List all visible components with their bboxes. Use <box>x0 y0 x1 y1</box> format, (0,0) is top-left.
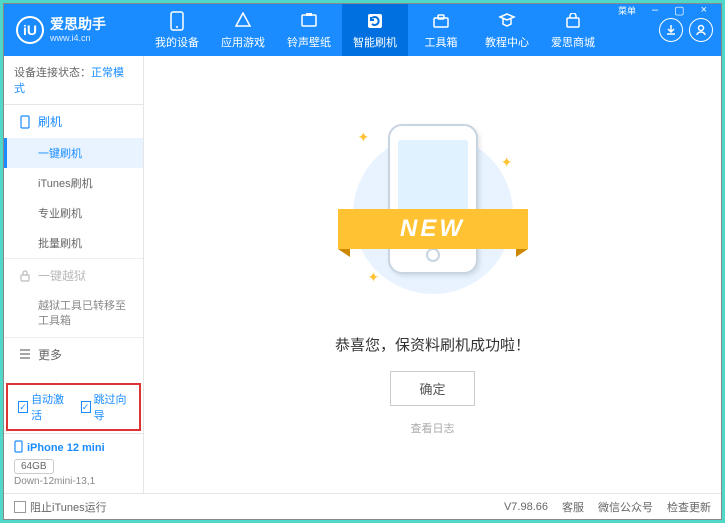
menu-icon <box>18 347 32 361</box>
store-icon <box>563 11 583 31</box>
device-storage-badge: 64GB <box>14 459 54 474</box>
sidebar-list: 刷机 一键刷机 iTunes刷机 专业刷机 批量刷机 一键越狱 越狱工具已转移至… <box>4 105 143 381</box>
success-illustration: ✦ ✦ ✦ NEW <box>343 114 523 314</box>
version-label: V7.98.66 <box>504 501 548 513</box>
connection-status: 设备连接状态：正常模式 <box>4 56 143 105</box>
maximize-button[interactable]: ▢ <box>670 2 688 19</box>
device-icon <box>167 11 187 31</box>
minimize-button[interactable]: – <box>648 2 662 19</box>
phone-icon <box>18 115 32 129</box>
new-banner: NEW <box>338 209 528 259</box>
download-button[interactable] <box>659 18 683 42</box>
confirm-button[interactable]: 确定 <box>390 371 474 406</box>
device-info: iPhone 12 mini 64GB Down-12mini-13,1 <box>4 433 143 493</box>
checkbox-area: ✓ 自动激活 ✓ 跳过向导 <box>6 383 141 431</box>
titlebar: iU 爱思助手 www.i4.cn 我的设备 应用游戏 铃声壁纸 智能刷机 <box>4 4 721 56</box>
ringtone-icon <box>299 11 319 31</box>
title-right: 菜单 – ▢ × <box>659 18 721 42</box>
device-meta: Down-12mini-13,1 <box>14 476 133 487</box>
nav-tutorial[interactable]: 教程中心 <box>474 4 540 56</box>
checkbox-icon <box>14 501 26 513</box>
nav-ringtone[interactable]: 铃声壁纸 <box>276 4 342 56</box>
sidebar-group-more[interactable]: 更多 <box>4 338 143 371</box>
app-window: iU 爱思助手 www.i4.cn 我的设备 应用游戏 铃声壁纸 智能刷机 <box>3 3 722 520</box>
nav-store[interactable]: 爱思商城 <box>540 4 606 56</box>
body: 设备连接状态：正常模式 刷机 一键刷机 iTunes刷机 专业刷机 批量刷机 一… <box>4 56 721 493</box>
checkbox-auto-activate[interactable]: ✓ 自动激活 <box>18 391 67 423</box>
nav-flash[interactable]: 智能刷机 <box>342 4 408 56</box>
check-update-link[interactable]: 检查更新 <box>667 499 711 515</box>
toolbox-icon <box>431 11 451 31</box>
statusbar: 阻止iTunes运行 V7.98.66 客服 微信公众号 检查更新 <box>4 493 721 519</box>
logo-icon: iU <box>16 16 44 44</box>
menu-button[interactable]: 菜单 <box>614 2 640 19</box>
close-button[interactable]: × <box>697 2 711 19</box>
checkbox-icon: ✓ <box>18 401 28 413</box>
sidebar-item-other-tools[interactable]: 其他工具 <box>4 371 143 381</box>
sidebar: 设备连接状态：正常模式 刷机 一键刷机 iTunes刷机 专业刷机 批量刷机 一… <box>4 56 144 493</box>
nav-my-device[interactable]: 我的设备 <box>144 4 210 56</box>
logo-area: iU 爱思助手 www.i4.cn <box>4 16 144 44</box>
user-button[interactable] <box>689 18 713 42</box>
nav-apps[interactable]: 应用游戏 <box>210 4 276 56</box>
sidebar-item-itunes-flash[interactable]: iTunes刷机 <box>4 168 143 198</box>
main-content: ✦ ✦ ✦ NEW 恭喜您，保资料刷机成功啦！ 确定 查看日志 <box>144 56 721 493</box>
apps-icon <box>233 11 253 31</box>
tutorial-icon <box>497 11 517 31</box>
sidebar-item-oneclick-flash[interactable]: 一键刷机 <box>4 138 143 168</box>
window-controls: 菜单 – ▢ × <box>614 2 711 19</box>
nav-toolbox[interactable]: 工具箱 <box>408 4 474 56</box>
flash-icon <box>365 11 385 31</box>
sidebar-item-pro-flash[interactable]: 专业刷机 <box>4 198 143 228</box>
checkbox-skip-guide[interactable]: ✓ 跳过向导 <box>81 391 130 423</box>
device-phone-icon <box>14 440 23 456</box>
sidebar-item-batch-flash[interactable]: 批量刷机 <box>4 228 143 258</box>
success-message: 恭喜您，保资料刷机成功啦！ <box>335 334 530 355</box>
wechat-link[interactable]: 微信公众号 <box>598 499 653 515</box>
sparkle-icon: ✦ <box>358 129 370 146</box>
app-url: www.i4.cn <box>50 33 106 43</box>
sidebar-group-flash[interactable]: 刷机 <box>4 105 143 138</box>
checkbox-block-itunes[interactable]: 阻止iTunes运行 <box>14 499 107 515</box>
sidebar-group-jailbreak[interactable]: 一键越狱 <box>4 259 143 292</box>
main-nav: 我的设备 应用游戏 铃声壁纸 智能刷机 工具箱 教程中心 <box>144 4 606 56</box>
service-link[interactable]: 客服 <box>562 499 584 515</box>
statusbar-right: V7.98.66 客服 微信公众号 检查更新 <box>504 499 711 515</box>
view-log-link[interactable]: 查看日志 <box>411 420 455 436</box>
device-name[interactable]: iPhone 12 mini <box>14 440 133 456</box>
sidebar-jailbreak-notice: 越狱工具已转移至工具箱 <box>4 292 143 337</box>
sparkle-icon: ✦ <box>368 269 380 286</box>
app-title: 爱思助手 <box>50 17 106 32</box>
lock-icon <box>18 269 32 283</box>
checkbox-icon: ✓ <box>81 401 91 413</box>
sparkle-icon: ✦ <box>501 154 513 171</box>
